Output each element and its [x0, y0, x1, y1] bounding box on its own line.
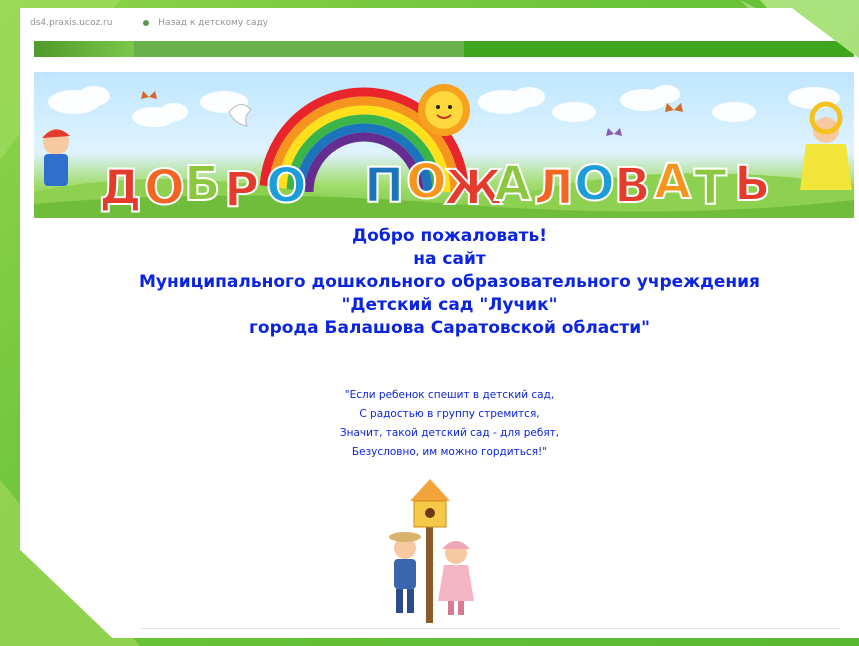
- poem-line: С радостью в группу стремится,: [359, 408, 540, 420]
- top-bar-segment: [464, 41, 854, 57]
- banner-letter: Р: [224, 162, 259, 218]
- banner-letter: О: [144, 160, 185, 216]
- banner-letter: А: [654, 154, 691, 210]
- birdhouse-children-illustration: [389, 479, 474, 623]
- welcome-banner: Д О Б Р О П О Ж А Л О В А Т Ь: [34, 72, 854, 218]
- divider: [140, 628, 840, 629]
- site-top-bar: [34, 41, 854, 57]
- browser-window: ds4.praxis.ucoz.ru Назад к детскому саду: [20, 8, 859, 638]
- browser-toolbar: ds4.praxis.ucoz.ru Назад к детскому саду: [30, 18, 268, 28]
- welcome-subtitle: на сайт: [413, 249, 486, 269]
- banner-letter: Т: [694, 160, 727, 216]
- top-bar-segment: [134, 41, 464, 57]
- banner-letter: О: [574, 156, 615, 212]
- poem-line: "Если ребенок спешит в детский сад,: [344, 389, 555, 401]
- tab-icon: [143, 19, 150, 26]
- banner-letter: В: [614, 158, 651, 214]
- banner-letter: Б: [184, 156, 221, 212]
- institution-name: Муниципального дошкольного образовательн…: [139, 272, 760, 292]
- welcome-letters: Д О Б Р О П О Ж А Л О В А Т Ь: [98, 153, 772, 218]
- city-name: города Балашова Саратовской области": [249, 318, 650, 338]
- banner-letter: О: [266, 158, 307, 214]
- banner-letter: П: [364, 158, 404, 214]
- kindergarten-name: "Детский сад "Лучик": [341, 295, 558, 315]
- welcome-title: Добро пожаловать!: [352, 226, 547, 246]
- poem-line: Значит, такой детский сад - для ребят,: [339, 427, 560, 439]
- tab-label[interactable]: Назад к детскому саду: [158, 18, 268, 28]
- poem-line: Безусловно, им можно гордиться!": [351, 446, 548, 458]
- banner-letter: Ь: [734, 156, 771, 212]
- banner-letter: А: [494, 156, 531, 212]
- address-bar[interactable]: ds4.praxis.ucoz.ru: [30, 18, 112, 28]
- banner-letter: О: [406, 154, 447, 210]
- banner-letter: Л: [534, 160, 574, 216]
- top-bar-segment: [34, 41, 134, 57]
- banner-letter: Д: [99, 160, 142, 216]
